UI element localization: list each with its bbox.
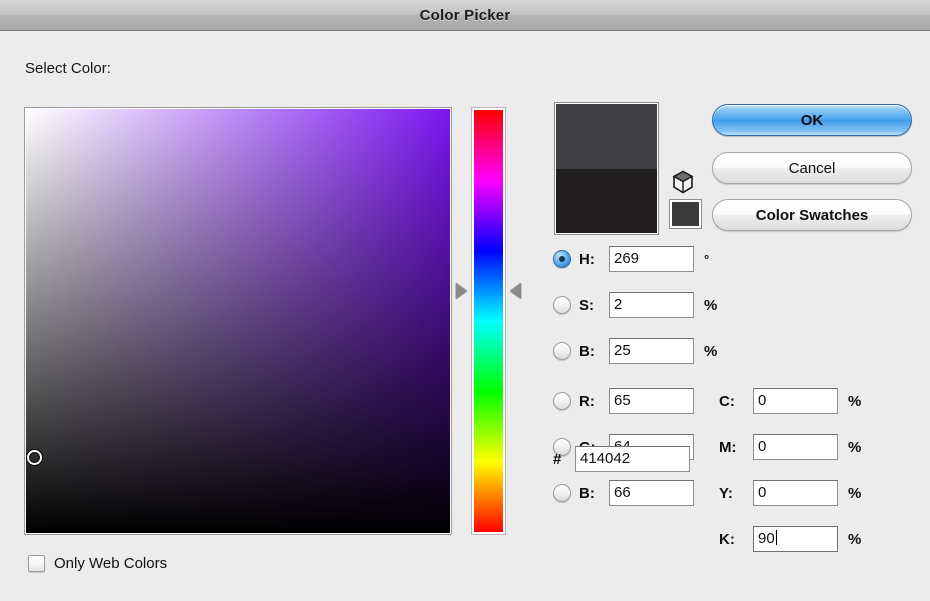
field-row-blue: B: 66	[553, 479, 694, 507]
hue-gradient[interactable]	[474, 110, 503, 532]
input-cyan[interactable]: 0	[753, 388, 838, 414]
radio-saturation[interactable]	[553, 296, 571, 314]
input-yellow[interactable]: 0	[753, 480, 838, 506]
select-color-label: Select Color:	[25, 60, 111, 77]
field-row-saturation: S: 2 %	[553, 291, 717, 319]
only-web-colors-label: Only Web Colors	[54, 555, 167, 572]
color-swatches-button[interactable]: Color Swatches	[712, 199, 912, 231]
hex-prefix: #	[553, 451, 575, 468]
title-bar: Color Picker	[0, 0, 930, 31]
cube-icon[interactable]	[672, 170, 694, 194]
label-brightness: B:	[579, 343, 609, 360]
window-title: Color Picker	[420, 7, 511, 24]
field-row-black: K: 90 %	[719, 525, 861, 553]
input-saturation[interactable]: 2	[609, 292, 694, 318]
hue-marker-right-icon[interactable]	[510, 283, 521, 299]
label-blue: B:	[579, 485, 609, 502]
field-row-yellow: Y: 0 %	[719, 479, 861, 507]
unit-saturation: %	[704, 297, 717, 314]
input-hex[interactable]: 414042	[575, 446, 690, 472]
preview-new-color[interactable]	[556, 104, 657, 169]
preview-current-color[interactable]	[556, 169, 657, 234]
color-picker-dialog: Color Picker Select Color:	[0, 0, 930, 601]
color-preview[interactable]	[554, 102, 659, 235]
sb-gradient[interactable]	[26, 109, 450, 533]
unit-black: %	[848, 531, 861, 548]
unit-hue: °	[704, 252, 709, 267]
label-hue: H:	[579, 251, 609, 268]
input-black[interactable]: 90	[753, 526, 838, 552]
field-row-magenta: M: 0 %	[719, 433, 861, 461]
saturation-brightness-field[interactable]	[24, 107, 452, 535]
ok-button-label: OK	[801, 112, 824, 129]
input-magenta[interactable]: 0	[753, 434, 838, 460]
input-blue[interactable]: 66	[609, 480, 694, 506]
hue-marker-left-icon[interactable]	[456, 283, 467, 299]
hue-slider[interactable]	[471, 107, 506, 535]
text-caret	[776, 530, 777, 545]
label-saturation: S:	[579, 297, 609, 314]
sb-cursor-ring[interactable]	[27, 450, 42, 465]
label-magenta: M:	[719, 439, 753, 456]
unit-yellow: %	[848, 485, 861, 502]
color-swatches-button-label: Color Swatches	[756, 207, 869, 224]
field-row-cyan: C: 0 %	[719, 387, 861, 415]
only-web-colors-option[interactable]: Only Web Colors	[28, 555, 167, 572]
input-red[interactable]: 65	[609, 388, 694, 414]
field-row-brightness: B: 25 %	[553, 337, 717, 365]
cancel-button-label: Cancel	[789, 160, 836, 177]
only-web-colors-checkbox[interactable]	[28, 555, 45, 572]
radio-hue[interactable]	[553, 250, 571, 268]
unit-cyan: %	[848, 393, 861, 410]
input-hue[interactable]: 269	[609, 246, 694, 272]
field-row-red: R: 65	[553, 387, 694, 415]
radio-blue[interactable]	[553, 484, 571, 502]
cancel-button[interactable]: Cancel	[712, 152, 912, 184]
label-red: R:	[579, 393, 609, 410]
label-yellow: Y:	[719, 485, 753, 502]
input-brightness[interactable]: 25	[609, 338, 694, 364]
alternate-color-swatch[interactable]	[670, 200, 701, 228]
radio-brightness[interactable]	[553, 342, 571, 360]
label-cyan: C:	[719, 393, 753, 410]
label-black: K:	[719, 531, 753, 548]
radio-red[interactable]	[553, 392, 571, 410]
input-black-value: 90	[758, 530, 775, 547]
field-row-hex: # 414042	[553, 445, 690, 473]
unit-brightness: %	[704, 343, 717, 360]
dialog-body: Select Color:	[0, 32, 930, 601]
unit-magenta: %	[848, 439, 861, 456]
field-row-hue: H: 269 °	[553, 245, 709, 273]
ok-button[interactable]: OK	[712, 104, 912, 136]
